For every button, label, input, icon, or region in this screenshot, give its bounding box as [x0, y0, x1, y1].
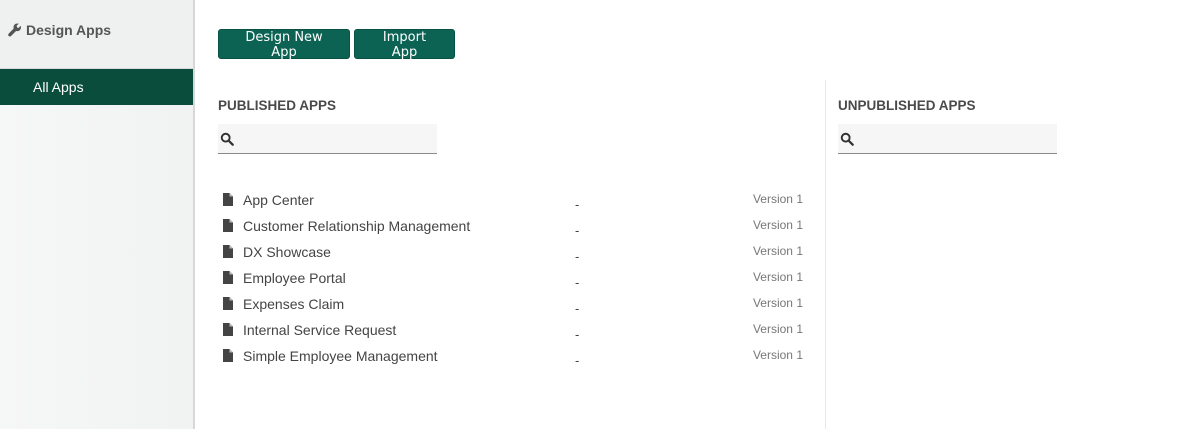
app-description: - [575, 223, 580, 238]
app-name[interactable]: Customer Relationship Management [243, 218, 470, 234]
app-description: - [575, 327, 580, 342]
app-version: Version 1 [752, 348, 803, 362]
app-row[interactable]: Simple Employee Management - Version 1 [218, 343, 808, 369]
app-name[interactable]: Simple Employee Management [243, 348, 438, 364]
unpublished-apps-title: UNPUBLISHED APPS [838, 98, 976, 113]
unpublished-search-input[interactable] [860, 124, 1054, 154]
app-description: - [575, 275, 580, 290]
main-content: Design New App Import App PUBLISHED APPS… [195, 0, 1182, 429]
app-name[interactable]: Expenses Claim [243, 296, 344, 312]
app-row[interactable]: Expenses Claim - Version 1 [218, 291, 808, 317]
search-icon [220, 132, 234, 146]
app-name[interactable]: Internal Service Request [243, 322, 396, 338]
file-icon [223, 349, 233, 362]
app-version: Version 1 [752, 218, 803, 232]
app-version: Version 1 [752, 296, 803, 310]
file-icon [223, 219, 233, 232]
app-row[interactable]: Customer Relationship Management - Versi… [218, 213, 808, 239]
import-app-button[interactable]: Import App [354, 29, 455, 60]
published-apps-title: PUBLISHED APPS [218, 98, 337, 113]
file-icon [223, 271, 233, 284]
file-icon [223, 323, 233, 336]
file-icon [223, 193, 233, 206]
app-version: Version 1 [752, 244, 803, 258]
app-version: Version 1 [752, 270, 803, 284]
app-name[interactable]: DX Showcase [243, 244, 331, 260]
sidebar-title: Design Apps [26, 22, 112, 38]
app-row[interactable]: App Center - Version 1 [218, 187, 808, 213]
sidebar-header: Design Apps [0, 0, 193, 69]
sidebar: Design Apps All Apps [0, 0, 195, 429]
app-name[interactable]: App Center [243, 192, 314, 208]
design-new-app-button[interactable]: Design New App [218, 29, 350, 60]
app-row[interactable]: DX Showcase - Version 1 [218, 239, 808, 265]
published-app-list: App Center - Version 1 Customer Relation… [218, 187, 808, 369]
app-description: - [575, 353, 580, 368]
search-icon [840, 132, 854, 146]
published-search-box [218, 124, 437, 154]
app-description: - [575, 249, 580, 264]
published-search-input[interactable] [240, 124, 434, 154]
file-icon [223, 245, 233, 258]
wrench-icon [8, 23, 21, 37]
section-divider [825, 80, 826, 429]
sidebar-item-all-apps[interactable]: All Apps [0, 69, 193, 105]
app-version: Version 1 [752, 322, 803, 336]
app-row[interactable]: Employee Portal - Version 1 [218, 265, 808, 291]
app-row[interactable]: Internal Service Request - Version 1 [218, 317, 808, 343]
app-version: Version 1 [752, 192, 803, 206]
app-name[interactable]: Employee Portal [243, 270, 346, 286]
file-icon [223, 297, 233, 310]
app-description: - [575, 197, 580, 212]
unpublished-search-box [838, 124, 1057, 154]
app-description: - [575, 301, 580, 316]
sidebar-item-label: All Apps [33, 79, 84, 95]
